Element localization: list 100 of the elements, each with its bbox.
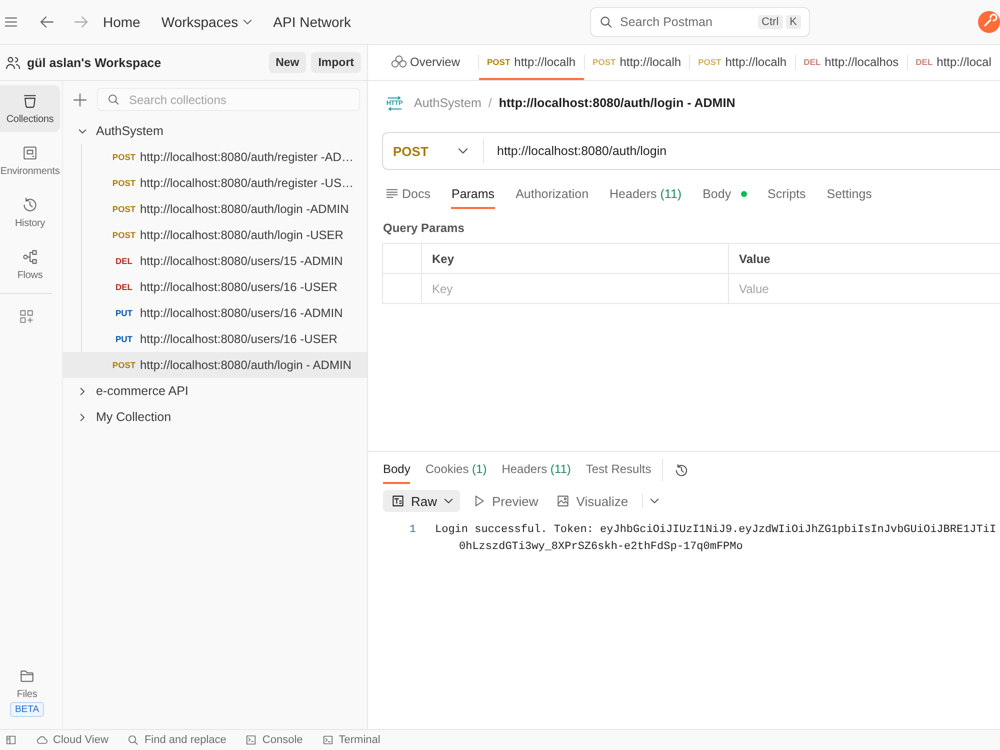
column-header: Value — [728, 243, 1000, 273]
column-header: Key — [421, 243, 728, 273]
request-section-tab[interactable]: Docs — [386, 181, 430, 209]
request-tab[interactable]: POST http://localh — [479, 45, 584, 80]
nav-link[interactable]: API Network — [273, 8, 351, 36]
menu-icon[interactable] — [5, 17, 17, 27]
rail-tab[interactable]: Collections — [0, 85, 60, 132]
breadcrumb-separator: / — [488, 96, 492, 110]
url-field[interactable]: http://localhost:8080/auth/login — [497, 144, 1000, 158]
value-field[interactable]: Value — [728, 273, 1000, 303]
url-bar[interactable]: POST http://localhost:8080/auth/login — [382, 132, 1000, 170]
logo-icon[interactable] — [978, 11, 1000, 33]
request-section-tab[interactable]: Scripts — [768, 181, 806, 209]
grid-plus-icon[interactable] — [18, 308, 36, 326]
method-tag: POST — [108, 230, 140, 240]
rail-tab[interactable]: Files — [0, 665, 54, 701]
view-mode-button[interactable]: Preview — [466, 490, 544, 512]
request-tab[interactable]: POST http://localh — [584, 45, 690, 80]
request-item[interactable]: PUT http://localhost:8080/users/16 -USER — [63, 326, 367, 352]
header-button[interactable]: New — [268, 52, 306, 73]
search-input[interactable]: Search collections — [129, 92, 359, 106]
plus-icon[interactable] — [73, 92, 87, 106]
method-tag: DEL — [804, 56, 821, 66]
back-arrow-icon[interactable] — [40, 16, 54, 28]
request-item[interactable]: POST http://localhost:8080/auth/login - ADMIN — [63, 352, 367, 378]
request-section-tab[interactable]: Settings — [826, 181, 872, 209]
beta-badge: BETA — [10, 702, 44, 717]
method-dropdown[interactable]: POST — [383, 139, 484, 163]
method-tag: POST — [487, 56, 510, 66]
response-tab[interactable]: Test Results — [586, 456, 652, 484]
search-icon — [107, 93, 120, 106]
overview-tab[interactable]: Overview — [391, 45, 478, 80]
circles-icon — [391, 55, 407, 68]
request-section-tab[interactable]: Headers (11) — [610, 181, 682, 209]
nav-link[interactable]: Home — [103, 8, 140, 36]
table-cell — [382, 243, 421, 273]
method-tag: POST — [108, 152, 140, 162]
code-line: Login successful. Token: eyJhbGciOiJIUzI1NiJ9.eyJzdWIiOiJhZG1pbiIsInJvbGUiOiJBRE1JTiI 0hLzszdGTi3wy_8XPrSZ6skh-e2thFdSp-17q0mFPMo — [435, 523, 998, 555]
response-tab[interactable]: Headers (11) — [502, 456, 571, 484]
method-tag: PUT — [108, 308, 140, 318]
key-field[interactable]: Key — [421, 273, 728, 303]
view-mode-button[interactable]: Visualize — [550, 490, 634, 512]
rail-tab[interactable]: Environments — [0, 137, 60, 184]
line-number: 1 — [408, 523, 416, 538]
section-title: Query Params — [383, 220, 466, 236]
caret-icon — [458, 148, 468, 154]
method-tag: POST — [698, 56, 722, 66]
request-item[interactable]: POST http://localhost:8080/auth/register -AD… — [63, 144, 367, 170]
text-box-icon — [391, 494, 405, 508]
search-icon — [127, 734, 140, 746]
method-tag: DEL — [916, 56, 933, 66]
request-item[interactable]: DEL http://localhost:8080/users/15 -ADMIN — [63, 248, 367, 274]
forward-arrow-icon[interactable] — [74, 16, 88, 28]
rail-tab[interactable]: History — [0, 189, 60, 236]
clock-arrow-icon[interactable] — [674, 462, 690, 478]
rail-tab[interactable]: Flows — [0, 241, 60, 288]
request-tab[interactable]: POST http://localh — [690, 45, 795, 80]
request-section-tab[interactable]: Body — [702, 181, 747, 209]
request-item[interactable]: POST http://localhost:8080/auth/login -USER — [63, 222, 367, 248]
response-tab[interactable]: Body — [383, 456, 410, 484]
request-item[interactable]: POST http://localhost:8080/auth/register -US… — [63, 170, 367, 196]
request-section-tab[interactable]: Authorization — [516, 181, 589, 209]
search-field[interactable]: Search collections — [97, 88, 360, 111]
nav-link[interactable]: Workspaces — [161, 8, 252, 36]
search-field[interactable]: Search Postman Ctrl K — [590, 7, 810, 37]
request-tab[interactable]: DEL http://localhos — [796, 45, 907, 80]
status-bar-button[interactable]: Console — [245, 731, 303, 749]
search-input[interactable]: Search Postman — [620, 15, 755, 29]
image-icon — [556, 494, 570, 508]
clock-arrow-icon — [21, 196, 39, 214]
caret-icon[interactable] — [650, 498, 660, 504]
collection-item[interactable]: e-commerce API — [63, 378, 367, 404]
method-tag: POST — [108, 178, 140, 188]
sidebar-toggle-icon[interactable] — [5, 734, 17, 746]
method-tag: DEL — [108, 282, 140, 292]
view-mode-button[interactable]: Raw — [383, 490, 460, 512]
method-tag: PUT — [108, 334, 140, 344]
panel-icon — [21, 144, 39, 162]
status-bar-button[interactable]: Terminal — [322, 731, 380, 749]
shortcut-key: K — [786, 15, 801, 29]
workspace-name: gül aslan's Workspace — [27, 56, 162, 70]
response-tab[interactable]: Cookies (1) — [425, 456, 487, 484]
collection-item[interactable]: AuthSystem — [63, 118, 367, 144]
request-item[interactable]: DEL http://localhost:8080/users/16 -USER — [63, 274, 367, 300]
collection-item[interactable]: My Collection — [63, 404, 367, 430]
console-icon — [245, 734, 258, 746]
request-item[interactable]: POST http://localhost:8080/auth/login -ADMIN — [63, 196, 367, 222]
request-tab[interactable]: DEL http://local — [908, 45, 1000, 80]
shortcut-key: Ctrl — [758, 15, 783, 29]
request-title: http://localhost:8080/auth/login - ADMIN — [498, 96, 736, 110]
status-bar-button[interactable]: Find and replace — [127, 731, 226, 749]
nodes-icon — [21, 248, 39, 266]
status-bar-button[interactable]: Cloud View — [36, 731, 108, 749]
method-tag: DEL — [108, 256, 140, 266]
header-button[interactable]: Import — [311, 52, 361, 73]
people-icon — [5, 54, 21, 70]
method-tag: POST — [592, 56, 616, 66]
request-item[interactable]: PUT http://localhost:8080/users/16 -ADMIN — [63, 300, 367, 326]
request-section-tab[interactable]: Params — [451, 181, 495, 209]
method-tag: POST — [108, 204, 140, 214]
